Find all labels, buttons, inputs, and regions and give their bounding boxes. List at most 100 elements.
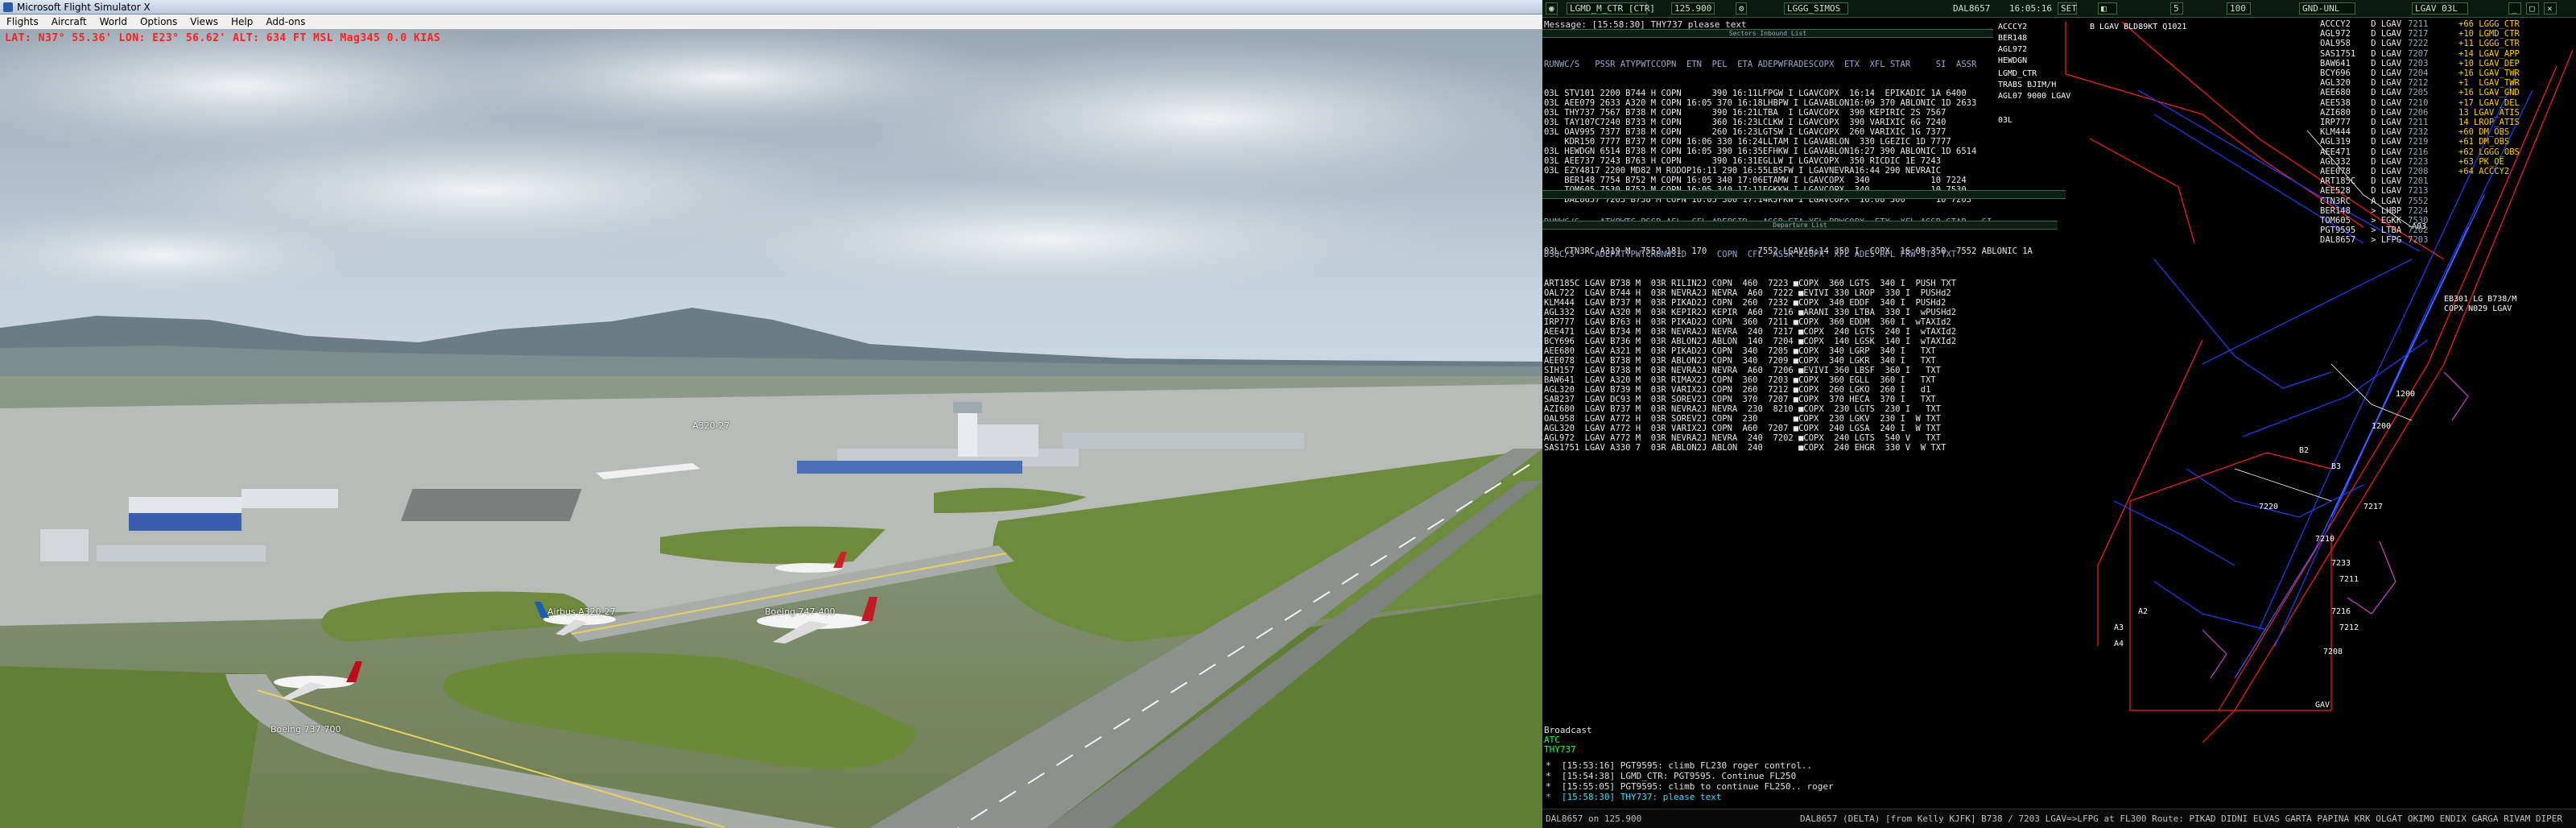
list-header[interactable]: RUNWC/S PSSR ATYPWTCCOPN ETN PEL ETA ADE… bbox=[1544, 60, 1976, 69]
radar-label[interactable]: COPX N029 LGAV bbox=[2444, 304, 2512, 313]
departure-row[interactable]: AGL320 LGAV A772 H 03R VARIX2J COPN A60 … bbox=[1544, 424, 1956, 433]
controller-row[interactable]: +1 LGAV_TWR bbox=[2458, 78, 2520, 88]
departure-row[interactable]: OAL958 LGAV A772 H 03R SOREV2J COPN 230 … bbox=[1544, 414, 1956, 424]
controller-row[interactable]: +60 DM_OBS bbox=[2458, 127, 2520, 137]
aircraft-parked[interactable] bbox=[765, 545, 853, 586]
controller-row[interactable]: +16 LGAV_GND bbox=[2458, 88, 2520, 97]
callsign-row[interactable]: AGL320 D LGAV 7212 bbox=[2320, 78, 2428, 88]
controller-row[interactable]: +14 LGAV_APP bbox=[2458, 49, 2520, 59]
radar-label[interactable]: ACCCY2 bbox=[1998, 23, 2027, 31]
fsx-titlebar[interactable]: Microsoft Flight Simulator X bbox=[0, 0, 1542, 14]
aircraft-airbus-a320[interactable] bbox=[531, 594, 628, 642]
radar-label[interactable]: BER148 bbox=[1998, 34, 2027, 43]
settings-icon[interactable]: ⚙ bbox=[1736, 2, 1747, 14]
radar-label[interactable]: 7212 bbox=[2339, 623, 2359, 632]
departure-row[interactable]: BAW641 LGAV A320 M 03R RIMAX2J COPN 360 … bbox=[1544, 375, 1956, 385]
arrival-row[interactable]: 03L EZY4817 2200 MD82 M RODOP16:11 290 1… bbox=[1544, 166, 1976, 176]
controller-row[interactable]: +63 PK_OE bbox=[2458, 157, 2520, 167]
menu-addons[interactable]: Add-ons bbox=[259, 16, 312, 27]
departure-row[interactable]: OAL722 LGAV B744 H 03R NEVRA2J NEVRA A60… bbox=[1544, 288, 1956, 298]
departure-row[interactable]: AGL332 LGAV A320 M 03R KEPIR2J KEPIR A60… bbox=[1544, 308, 1956, 317]
callsign-row[interactable]: AGL972 D LGAV 7217 bbox=[2320, 29, 2428, 39]
radar-label[interactable]: 7220 bbox=[2259, 503, 2278, 511]
flight-plan-summary[interactable]: DAL8657 (DELTA) [from Kelly KJFK] B738 /… bbox=[1800, 814, 2562, 824]
callsign-row[interactable]: KLM444 D LGAV 7232 bbox=[2320, 127, 2428, 137]
controller-row[interactable]: +61 DM_OBS bbox=[2458, 137, 2520, 147]
radar-label[interactable]: TRABS BJIM/H bbox=[1998, 81, 2056, 89]
callsign-row[interactable]: ART185C D LGAV 7201 bbox=[2320, 176, 2428, 186]
radar-label[interactable]: 7210 bbox=[2315, 535, 2334, 544]
radar-label[interactable]: 7211 bbox=[2339, 575, 2359, 584]
range-field[interactable]: 5 bbox=[2170, 2, 2183, 14]
close-icon[interactable]: × bbox=[2544, 2, 2557, 14]
selected-aircraft[interactable]: DAL8657 bbox=[1953, 2, 1990, 14]
departure-row[interactable]: BCY696 LGAV B736 M 03R ABLON2J ABLON 140… bbox=[1544, 337, 1956, 346]
controller-row[interactable]: 13 LGAV_ATIS bbox=[2458, 108, 2520, 118]
connect-button[interactable]: ◉ bbox=[1546, 2, 1558, 14]
callsign-row[interactable]: BAW641 D LGAV 7203 bbox=[2320, 59, 2428, 68]
callsign-row[interactable]: ACCCY2 D LGAV 7211 bbox=[2320, 19, 2428, 29]
callsign-row[interactable]: AEE078 D LGAV 7208 bbox=[2320, 167, 2428, 176]
callsign-row[interactable]: TOM605 > EGKK 7530 bbox=[2320, 216, 2428, 226]
menu-aircraft[interactable]: Aircraft bbox=[45, 16, 93, 27]
radar-label[interactable]: LGMD_CTR bbox=[1998, 69, 2037, 78]
departure-row[interactable]: AGL972 LGAV A772 M 03R NEVRA2J NEVRA 240… bbox=[1544, 433, 1956, 443]
radar-label[interactable]: 7216 bbox=[2331, 607, 2351, 616]
controller-row[interactable]: +17 LGAV_DEL bbox=[2458, 98, 2520, 108]
arrival-row[interactable]: BER148 7754 B752 M COPN 16:05 340 17:06E… bbox=[1544, 176, 1976, 185]
altitude-filter[interactable]: 100 bbox=[2227, 2, 2251, 14]
arrival-list-title[interactable]: Sectors Inbound List bbox=[1542, 29, 1993, 38]
toolbar-button[interactable]: ◧ bbox=[2098, 2, 2117, 14]
arrival-row[interactable]: KDR150 7777 B737 M COPN 16:06 330 16:24L… bbox=[1544, 137, 1976, 147]
callsign-row[interactable]: AGL332 D LGAV 7223 bbox=[2320, 157, 2428, 167]
aircraft-boeing-737[interactable] bbox=[266, 650, 386, 706]
radar-label[interactable]: 1200 bbox=[2372, 422, 2391, 431]
chat-tab-thy737[interactable]: THY737 bbox=[1544, 744, 1576, 755]
departure-row[interactable]: KLM444 LGAV B737 M 03R PIKAD2J COPN 260 … bbox=[1544, 298, 1956, 308]
frequency-field[interactable]: 125.900 bbox=[1671, 2, 1715, 14]
radar-label[interactable]: HEWDGN bbox=[1998, 56, 2027, 65]
sim-3d-view[interactable]: Boeing 737-700 Airbus A320-27 Boeing 747… bbox=[0, 14, 1542, 828]
radar-label[interactable]: EB301 LG B738/M bbox=[2444, 295, 2516, 304]
radar-label[interactable]: 7233 bbox=[2331, 559, 2351, 568]
arrival-row[interactable]: 03L OAV995 7377 B738 M COPN 260 16:23LGT… bbox=[1544, 127, 1976, 137]
maximize-icon[interactable]: □ bbox=[2526, 2, 2539, 14]
runway-display[interactable]: LGAV 03L bbox=[2412, 2, 2468, 14]
departure-row[interactable]: AEE078 LGAV B738 M 03R ABLON2J COPN 340 … bbox=[1544, 356, 1956, 366]
controller-row[interactable]: +10 LGMD_CTR bbox=[2458, 29, 2520, 39]
menu-views[interactable]: Views bbox=[184, 16, 225, 27]
callsign-row[interactable]: IRP777 D LGAV 7211 bbox=[2320, 118, 2428, 127]
callsign-row[interactable]: AEE538 D LGAV 7210 bbox=[2320, 98, 2428, 108]
callsign-row[interactable]: AGL319 D LGAV 7219 bbox=[2320, 137, 2428, 147]
controller-row[interactable]: +62 LGGG_OBS bbox=[2458, 147, 2520, 157]
minimize-icon[interactable]: _ bbox=[2508, 2, 2521, 14]
arrival-row[interactable]: 03L TAY107C7240 B733 M COPN 360 16:23LCL… bbox=[1544, 118, 1976, 127]
callsign-row[interactable]: SAS1751 D LGAV 7207 bbox=[2320, 49, 2428, 59]
controller-row[interactable]: +16 LGAV_TWR bbox=[2458, 68, 2520, 78]
departure-row[interactable]: AEE680 LGAV A321 M 03R PIKAD2J COPN 340 … bbox=[1544, 346, 1956, 356]
radar-label[interactable]: AGL07 9000 LGAV bbox=[1998, 92, 2070, 101]
departure-row[interactable]: AGL320 LGAV B739 M 03R VARIX2J COPN 260 … bbox=[1544, 385, 1956, 395]
toolbar-button[interactable]: SET bbox=[2058, 2, 2077, 14]
radar-label[interactable]: 1200 bbox=[2396, 390, 2415, 399]
departure-row[interactable]: AEE471 LGAV B734 M 03R NEVRA2J NEVRA 240… bbox=[1544, 327, 1956, 337]
departure-row[interactable]: SAB237 LGAV DC93 M 03R SOREV2J COPN 370 … bbox=[1544, 395, 1956, 404]
radar-label[interactable]: 7208 bbox=[2323, 648, 2343, 656]
radar-label[interactable]: AGL972 bbox=[1998, 45, 2027, 54]
departure-row[interactable]: SAS1751 LGAV A330 7 03R ABLON2J ABLON 24… bbox=[1544, 443, 1956, 453]
callsign-row[interactable]: AEE528 D LGAV 7213 bbox=[2320, 186, 2428, 196]
controller-row[interactable]: +10 LGAV_DEP bbox=[2458, 59, 2520, 68]
callsign-row[interactable]: OAL958 D LGAV 7222 bbox=[2320, 39, 2428, 48]
callsign-row[interactable]: AZI680 D LGAV 7206 bbox=[2320, 108, 2428, 118]
callsign-row[interactable]: AEE471 D LGAV 7216 bbox=[2320, 147, 2428, 157]
departure-row[interactable]: ART185C LGAV B738 M 03R RILIN2J COPN 460… bbox=[1544, 279, 1956, 288]
callsign-row[interactable]: DAL8657 > LFPG 7203 bbox=[2320, 235, 2428, 245]
menu-world[interactable]: World bbox=[93, 16, 134, 27]
arrival-row[interactable]: 03L STV101 2200 B744 H COPN 390 16:11LFP… bbox=[1544, 89, 1976, 98]
arrival-row[interactable]: 03L HEWDGN 6514 B738 M COPN 16:05 390 16… bbox=[1544, 147, 1976, 156]
controller-row[interactable]: +66 LGGG_CTR bbox=[2458, 19, 2520, 29]
controller-row[interactable]: 14 LROP_ATIS bbox=[2458, 118, 2520, 127]
arrival-row[interactable]: 03L AEE737 7243 B763 H COPN 390 16:31EGL… bbox=[1544, 156, 1976, 166]
departure-list-title[interactable]: Departure List bbox=[1542, 221, 2058, 230]
gnd-filter[interactable]: GND-UNL bbox=[2299, 2, 2355, 14]
